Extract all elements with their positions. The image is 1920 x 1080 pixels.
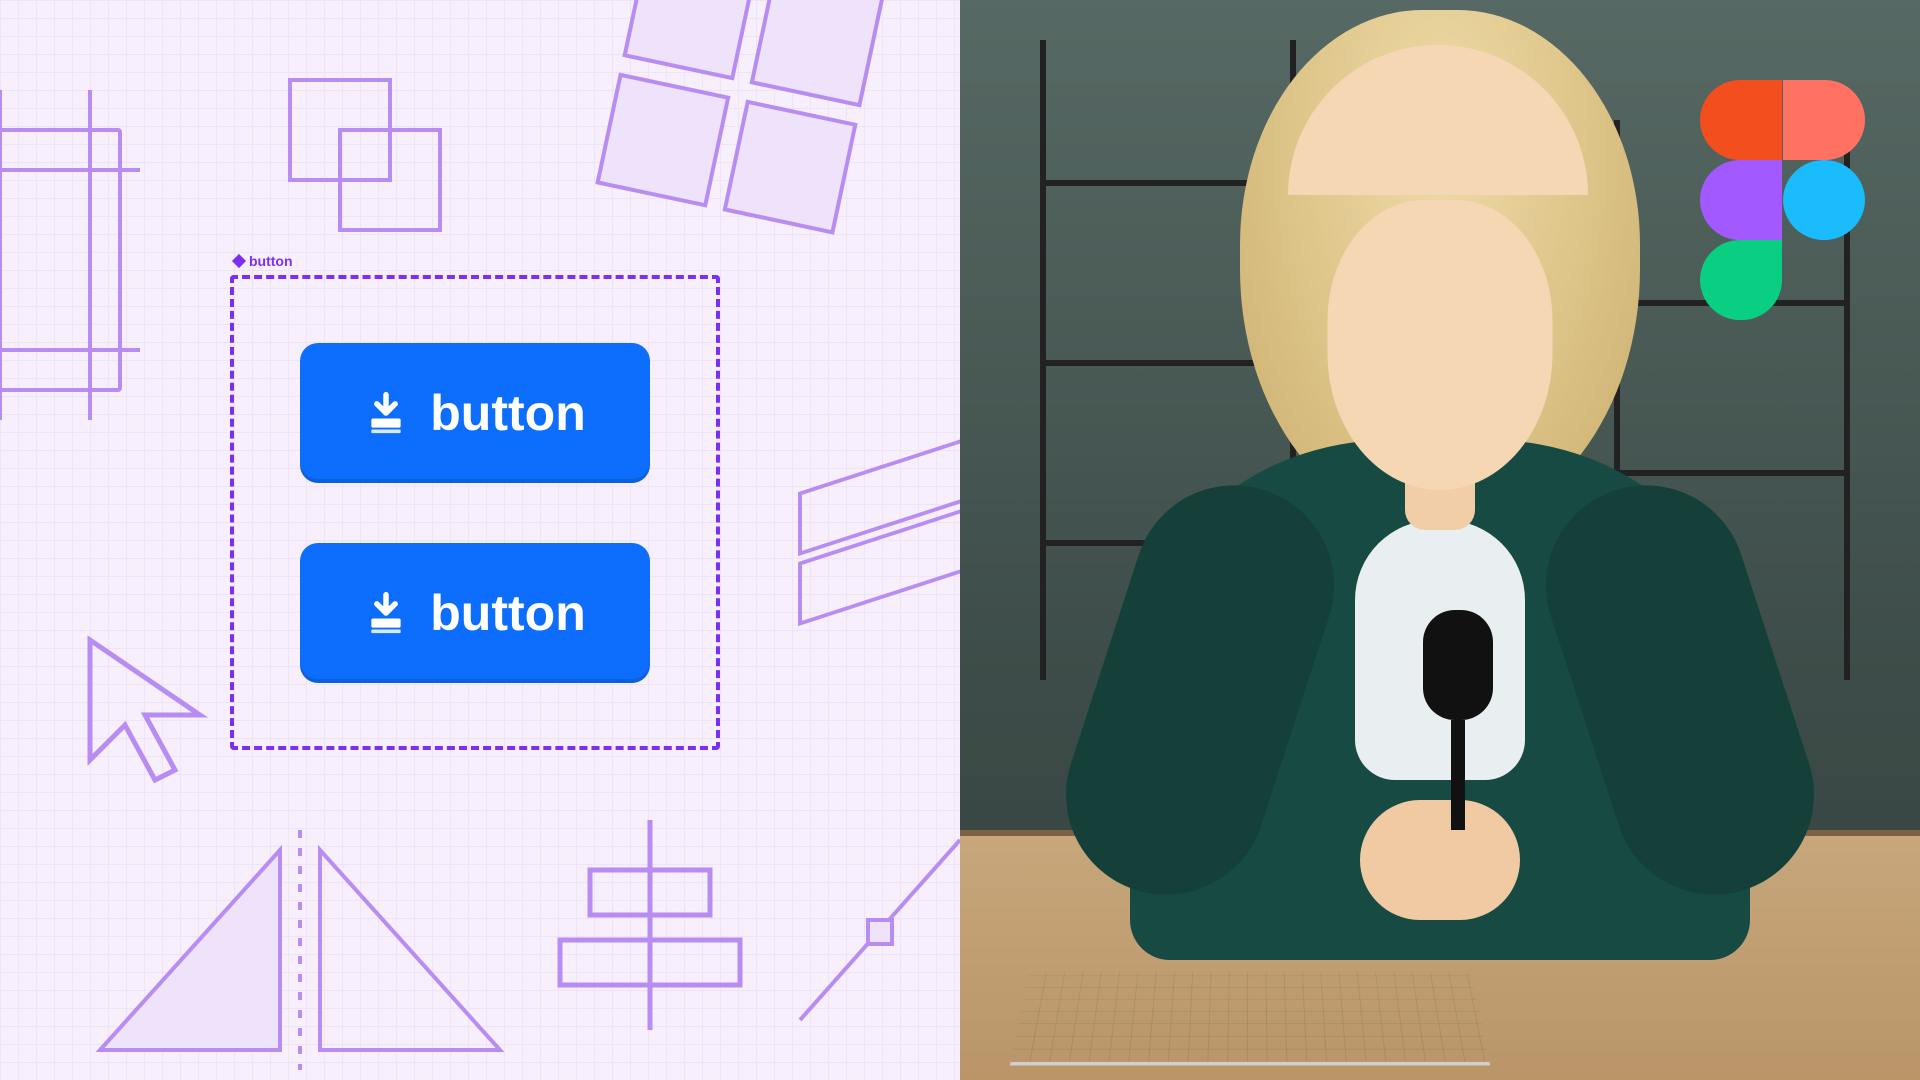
component-frame[interactable]: button button button — [230, 275, 720, 750]
components-icon — [590, 0, 890, 245]
presenter — [1140, 140, 1740, 960]
pen-anchor-icon — [790, 820, 960, 1045]
keyboard — [1011, 972, 1490, 1062]
download-icon — [364, 391, 408, 435]
face — [1328, 200, 1553, 490]
button-label: button — [430, 384, 585, 442]
component-label-text: button — [249, 253, 293, 269]
frame-icon — [0, 90, 160, 435]
presenter-video — [960, 0, 1920, 1080]
button-label: button — [430, 584, 585, 642]
cursor-icon — [70, 630, 220, 795]
component-frame-label: button — [234, 253, 293, 269]
download-icon — [364, 591, 408, 635]
mirror-triangle-icon — [90, 830, 510, 1075]
align-center-icon — [540, 820, 760, 1045]
stack-icon — [780, 460, 960, 645]
design-canvas: button button button — [0, 0, 960, 1080]
button-instance-1[interactable]: button — [300, 343, 650, 483]
microphone — [1423, 610, 1493, 820]
union-icon — [280, 70, 460, 255]
figma-logo — [1700, 80, 1865, 320]
button-instance-2[interactable]: button — [300, 543, 650, 683]
